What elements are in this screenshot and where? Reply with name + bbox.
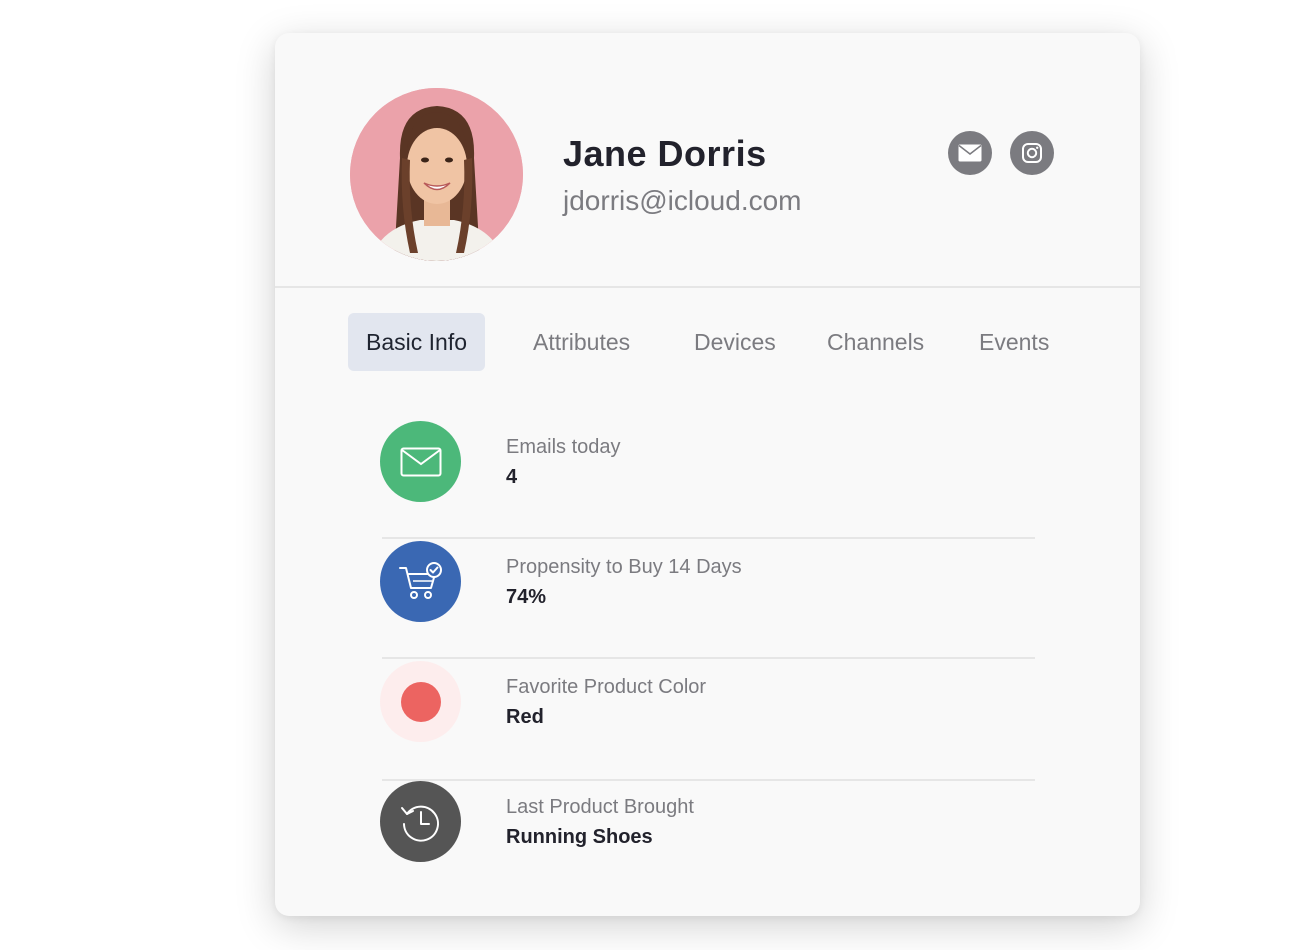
mail-icon[interactable] — [948, 131, 992, 175]
info-value: Running Shoes — [506, 826, 653, 848]
tab-devices[interactable]: Devices — [694, 313, 776, 371]
profile-email: jdorris@icloud.com — [563, 185, 802, 216]
info-label: Favorite Product Color — [506, 676, 707, 698]
info-row-propensity: Propensity to Buy 14 Days 74% — [380, 541, 1035, 659]
profile-name: Jane Dorris — [563, 133, 767, 174]
profile-card: Jane Dorris jdorris@icloud.com Basic Inf… — [275, 33, 1140, 916]
tab-basic-info[interactable]: Basic Info — [348, 313, 485, 371]
envelope-icon — [380, 421, 461, 502]
cart-check-icon — [380, 541, 461, 622]
person-portrait-icon — [350, 88, 523, 261]
info-value: 74% — [506, 586, 547, 608]
profile-header: Jane Dorris jdorris@icloud.com — [275, 33, 1140, 288]
info-row-emails-today: Emails today 4 — [380, 421, 1035, 539]
row-divider — [382, 537, 1035, 539]
info-label: Last Product Brought — [506, 796, 694, 818]
info-row-favorite-color: Favorite Product Color Red — [380, 661, 1035, 781]
instagram-icon[interactable] — [1010, 131, 1054, 175]
avatar — [350, 88, 523, 261]
tab-events[interactable]: Events — [979, 313, 1049, 371]
info-value: 4 — [506, 466, 518, 488]
tab-channels[interactable]: Channels — [827, 313, 924, 371]
info-label: Emails today — [506, 436, 621, 458]
row-divider — [382, 657, 1035, 659]
tab-attributes[interactable]: Attributes — [533, 313, 630, 371]
info-value: Red — [506, 706, 544, 728]
info-label: Propensity to Buy 14 Days — [506, 556, 742, 578]
history-clock-icon — [380, 781, 461, 862]
color-dot-icon — [380, 661, 461, 742]
tab-bar: Basic Info Attributes Devices Channels E… — [348, 313, 1068, 371]
info-row-last-product: Last Product Brought Running Shoes — [380, 781, 1035, 899]
